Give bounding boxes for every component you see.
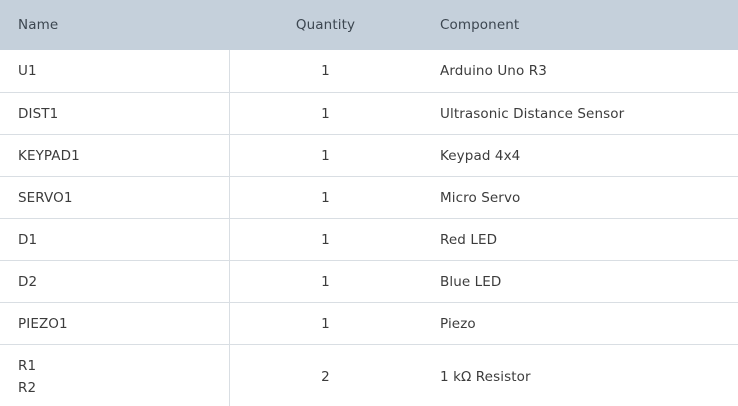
cell-quantity: 1 <box>321 189 330 206</box>
cell-component: Keypad 4x4 <box>440 147 521 164</box>
cell-quantity: 1 <box>321 273 330 290</box>
cell-name: KEYPAD1 <box>18 147 80 164</box>
cell-name: R1 R2 <box>18 355 36 399</box>
cell-quantity: 1 <box>321 63 330 79</box>
cell-component: Micro Servo <box>440 189 521 206</box>
table-row: PIEZO1 1 Piezo <box>0 303 738 345</box>
header-quantity: Quantity <box>295 17 356 33</box>
cell-name: SERVO1 <box>18 189 73 206</box>
cell-name: D2 <box>18 273 38 290</box>
cell-name: D1 <box>18 231 38 248</box>
table-row: R1 R2 2 1 kΩ Resistor <box>0 345 738 406</box>
cell-quantity: 1 <box>321 231 330 248</box>
header-component: Component <box>440 17 520 33</box>
cell-component: 1 kΩ Resistor <box>440 369 531 385</box>
table-row: D1 1 Red LED <box>0 219 738 261</box>
cell-quantity: 2 <box>321 369 330 385</box>
cell-component: Ultrasonic Distance Sensor <box>440 105 625 122</box>
table-row: KEYPAD1 1 Keypad 4x4 <box>0 135 738 177</box>
cell-name: DIST1 <box>18 105 59 122</box>
table-row: DIST1 1 Ultrasonic Distance Sensor <box>0 93 738 135</box>
cell-component: Piezo <box>440 315 476 332</box>
table-row: SERVO1 1 Micro Servo <box>0 177 738 219</box>
cell-component: Arduino Uno R3 <box>440 63 547 79</box>
cell-quantity: 1 <box>321 105 330 122</box>
components-table: Name Quantity Component U1 1 Arduino Uno… <box>0 0 738 406</box>
cell-component: Red LED <box>440 231 498 248</box>
cell-name-line: R2 <box>18 380 37 396</box>
table-row: U1 1 Arduino Uno R3 <box>0 50 738 93</box>
cell-name-line: R1 <box>18 358 37 374</box>
header-name: Name <box>18 17 59 33</box>
cell-name: U1 <box>18 63 37 79</box>
cell-name: PIEZO1 <box>18 315 68 332</box>
cell-quantity: 1 <box>321 315 330 332</box>
table-header: Name Quantity Component <box>0 0 738 50</box>
cell-quantity: 1 <box>321 147 330 164</box>
table-row: D2 1 Blue LED <box>0 261 738 303</box>
cell-component: Blue LED <box>440 273 502 290</box>
